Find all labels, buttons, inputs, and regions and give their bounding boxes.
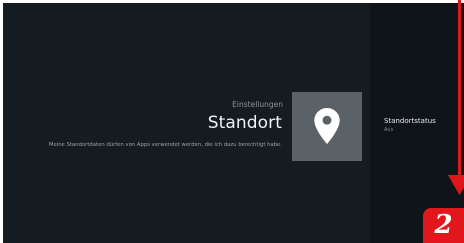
annotation-arrow-head [448, 175, 464, 195]
tv-settings-screen: Einstellungen Standort Meine Standortdat… [3, 3, 464, 243]
step-number-badge: 2 [423, 208, 464, 243]
settings-item-title: Standortstatus [384, 117, 436, 125]
location-pin-icon [314, 108, 340, 144]
page-title: Standort [207, 113, 282, 133]
settings-item-value: Aus [384, 127, 394, 133]
screenshot-frame: Einstellungen Standort Meine Standortdat… [0, 0, 464, 243]
location-tile [292, 92, 362, 161]
step-number: 2 [434, 210, 453, 240]
annotation-arrow-line [458, 0, 461, 178]
page-description: Meine Standortdaten dürfen von Apps verw… [48, 142, 282, 148]
settings-item-standortstatus[interactable]: Standortstatus Aus [384, 117, 464, 143]
breadcrumb: Einstellungen [232, 100, 283, 109]
